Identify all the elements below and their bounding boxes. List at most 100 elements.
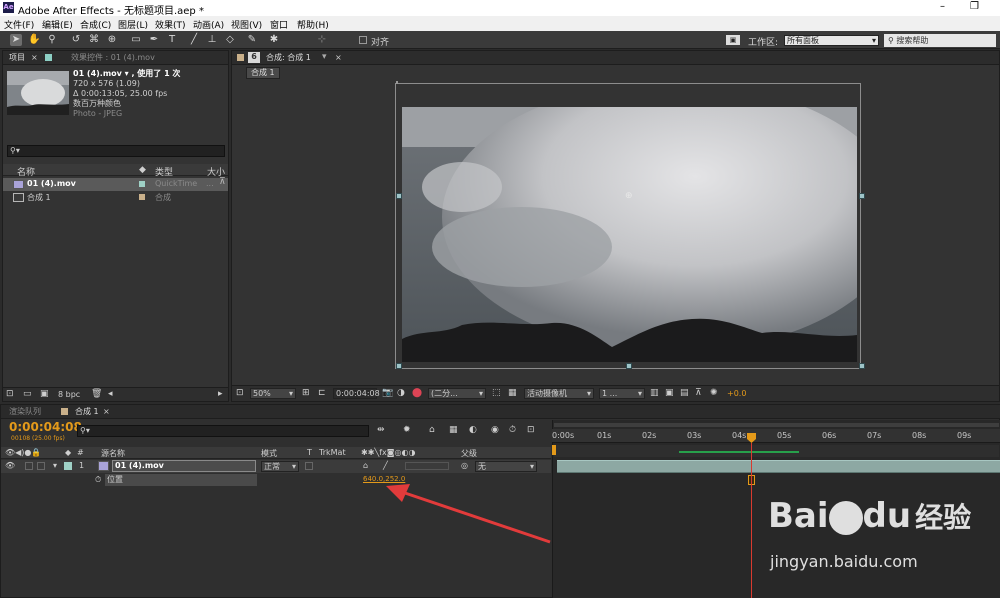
- resolution-dropdown[interactable]: (二分... ▾: [428, 388, 486, 399]
- layer-label-swatch[interactable]: [64, 462, 72, 470]
- camera-dropdown[interactable]: 活动摄像机 ▾: [524, 388, 594, 399]
- timeline-search-input[interactable]: ⚲▾: [77, 425, 369, 437]
- transform-handle[interactable]: [396, 193, 402, 199]
- selection-tool-icon[interactable]: ➤: [10, 34, 22, 46]
- menu-composition[interactable]: 合成(C): [80, 18, 111, 31]
- menu-help[interactable]: 帮助(H): [297, 18, 329, 31]
- region-of-interest-icon[interactable]: ⬚: [492, 388, 501, 398]
- tab-timeline-comp[interactable]: 合成 1: [71, 405, 103, 418]
- frame-blending-icon[interactable]: ▦: [449, 425, 458, 435]
- eraser-tool-icon[interactable]: ◇: [224, 34, 236, 46]
- project-search-input[interactable]: ⚲▾: [7, 145, 225, 157]
- snapshot-icon[interactable]: 📷: [382, 388, 393, 398]
- col-t[interactable]: T: [307, 448, 312, 457]
- workspace-dropdown[interactable]: 所有面板 ▾: [784, 35, 879, 46]
- parent-dropdown[interactable]: 无 ▾: [475, 461, 537, 472]
- time-ruler[interactable]: 0:00s 01s 02s 03s 04s 05s 06s 07s 08s 09…: [552, 429, 1000, 443]
- timeline-timecode[interactable]: 0:00:04:08: [9, 420, 82, 434]
- minimize-button[interactable]: –: [940, 1, 945, 12]
- roto-brush-tool-icon[interactable]: ✎: [246, 34, 258, 46]
- quality-switch-icon[interactable]: ╱: [383, 461, 388, 470]
- lock-icon[interactable]: 6: [248, 52, 260, 63]
- label-column-icon[interactable]: ◆: [65, 448, 71, 457]
- col-trkmat[interactable]: TrkMat: [319, 448, 346, 457]
- flowchart-icon[interactable]: ⊼: [219, 177, 226, 187]
- transform-handle[interactable]: [396, 363, 402, 369]
- tab-project-close[interactable]: ×: [27, 51, 42, 64]
- tab-dropdown-icon[interactable]: ▾: [322, 52, 327, 62]
- menu-file[interactable]: 文件(F): [4, 18, 34, 31]
- color-channels-icon[interactable]: ⬤: [412, 388, 422, 398]
- current-time-field[interactable]: 0:00:04:08: [333, 388, 380, 399]
- layer-switches[interactable]: [405, 462, 449, 470]
- flowchart-icon[interactable]: ⊼: [695, 388, 702, 398]
- video-visibility-icon[interactable]: 👁: [5, 461, 15, 470]
- mask-visibility-icon[interactable]: ⊏: [318, 388, 326, 398]
- new-folder-icon[interactable]: ▭: [23, 389, 32, 399]
- brush-tool-icon[interactable]: ╱: [188, 34, 200, 46]
- clone-stamp-tool-icon[interactable]: ⊥: [206, 34, 218, 46]
- work-area-bar[interactable]: [554, 423, 999, 427]
- transform-handle[interactable]: [859, 363, 865, 369]
- col-parent[interactable]: 父级: [461, 448, 477, 459]
- tab-effect-controls[interactable]: 效果控件 : 01 (4).mov: [67, 51, 159, 64]
- fast-previews-icon[interactable]: ▣: [665, 388, 674, 398]
- restore-button[interactable]: ❐: [970, 1, 979, 12]
- menu-layer[interactable]: 图层(L): [118, 18, 148, 31]
- label-column-icon[interactable]: ◆: [139, 165, 146, 175]
- stopwatch-icon[interactable]: ⏱: [509, 425, 516, 435]
- grid-options-icon[interactable]: ⊞: [302, 388, 310, 398]
- graph-editor-icon[interactable]: ◉: [491, 425, 499, 435]
- col-source-name[interactable]: 源名称: [101, 448, 125, 459]
- motion-blur-icon[interactable]: ◐: [469, 425, 477, 435]
- shy-switch-icon[interactable]: ⌂: [363, 461, 368, 470]
- camera-tool-icon[interactable]: ⌘: [88, 34, 100, 46]
- search-help-input[interactable]: ⚲ 搜索帮助: [884, 34, 996, 47]
- rectangle-tool-icon[interactable]: ▭: [130, 34, 142, 46]
- menu-window[interactable]: 窗口: [270, 18, 288, 31]
- new-composition-icon[interactable]: ▣: [40, 389, 49, 399]
- timeline-icon[interactable]: ▤: [680, 388, 689, 398]
- work-area-start[interactable]: [552, 445, 556, 455]
- pick-whip-icon[interactable]: ◎: [461, 461, 468, 470]
- channel-icon[interactable]: ◑: [397, 388, 405, 398]
- switches-icons[interactable]: ✱✱╲fx◙◎◐◑: [361, 448, 415, 457]
- tab-composition-close[interactable]: ×: [331, 51, 346, 64]
- col-number[interactable]: #: [77, 448, 84, 457]
- always-preview-icon[interactable]: ⊡: [236, 388, 244, 398]
- scroll-right-icon[interactable]: ▸: [218, 389, 223, 399]
- menu-effect[interactable]: 效果(T): [155, 18, 186, 31]
- pen-tool-icon[interactable]: ✒: [148, 34, 160, 46]
- tab-render-queue[interactable]: 渲染队列: [5, 405, 45, 418]
- trash-icon[interactable]: 🗑: [91, 389, 102, 399]
- brainstorm-icon[interactable]: ⊡: [527, 425, 535, 435]
- magnification-dropdown[interactable]: 50% ▾: [250, 388, 296, 399]
- views-dropdown[interactable]: 1 ... ▾: [599, 388, 645, 399]
- menu-animation[interactable]: 动画(A): [193, 18, 224, 31]
- workspace-icon[interactable]: ▣: [726, 35, 740, 45]
- toggle-pixel-aspect-icon[interactable]: ▥: [650, 388, 659, 398]
- layer-row[interactable]: 👁 ▾ 1 01 (4).mov 正常 ▾ ⌂ ╱ ◎ 无 ▾: [1, 460, 551, 473]
- hand-tool-icon[interactable]: ✋: [28, 34, 40, 46]
- project-row[interactable]: 合成 1 合成: [3, 191, 228, 204]
- exposure-icon[interactable]: ✺: [710, 388, 718, 398]
- col-type[interactable]: 类型: [155, 165, 173, 178]
- tab-project[interactable]: 项目: [5, 51, 29, 64]
- expand-layer-icon[interactable]: ▾: [53, 461, 57, 470]
- interpret-footage-icon[interactable]: ⊡: [6, 389, 14, 399]
- menu-edit[interactable]: 编辑(E): [42, 18, 73, 31]
- project-row[interactable]: 01 (4).mov QuickTime ...: [3, 178, 228, 191]
- layer-name[interactable]: 01 (4).mov: [112, 460, 256, 472]
- text-tool-icon[interactable]: T: [166, 34, 178, 46]
- menu-view[interactable]: 视图(V): [231, 18, 262, 31]
- transparency-grid-icon[interactable]: ▦: [508, 388, 517, 398]
- comp-mini-flowchart-icon[interactable]: ⇹: [377, 425, 385, 435]
- col-name[interactable]: 名称: [17, 165, 35, 178]
- snap-checkbox[interactable]: [359, 36, 367, 44]
- anchor-point-icon[interactable]: ⊕: [625, 191, 633, 201]
- tab-timeline-close[interactable]: ×: [99, 405, 114, 418]
- stopwatch-icon[interactable]: ⏱: [95, 475, 101, 485]
- audio-toggle[interactable]: [25, 462, 33, 470]
- scroll-left-icon[interactable]: ◂: [108, 389, 113, 399]
- col-mode[interactable]: 模式: [261, 448, 277, 459]
